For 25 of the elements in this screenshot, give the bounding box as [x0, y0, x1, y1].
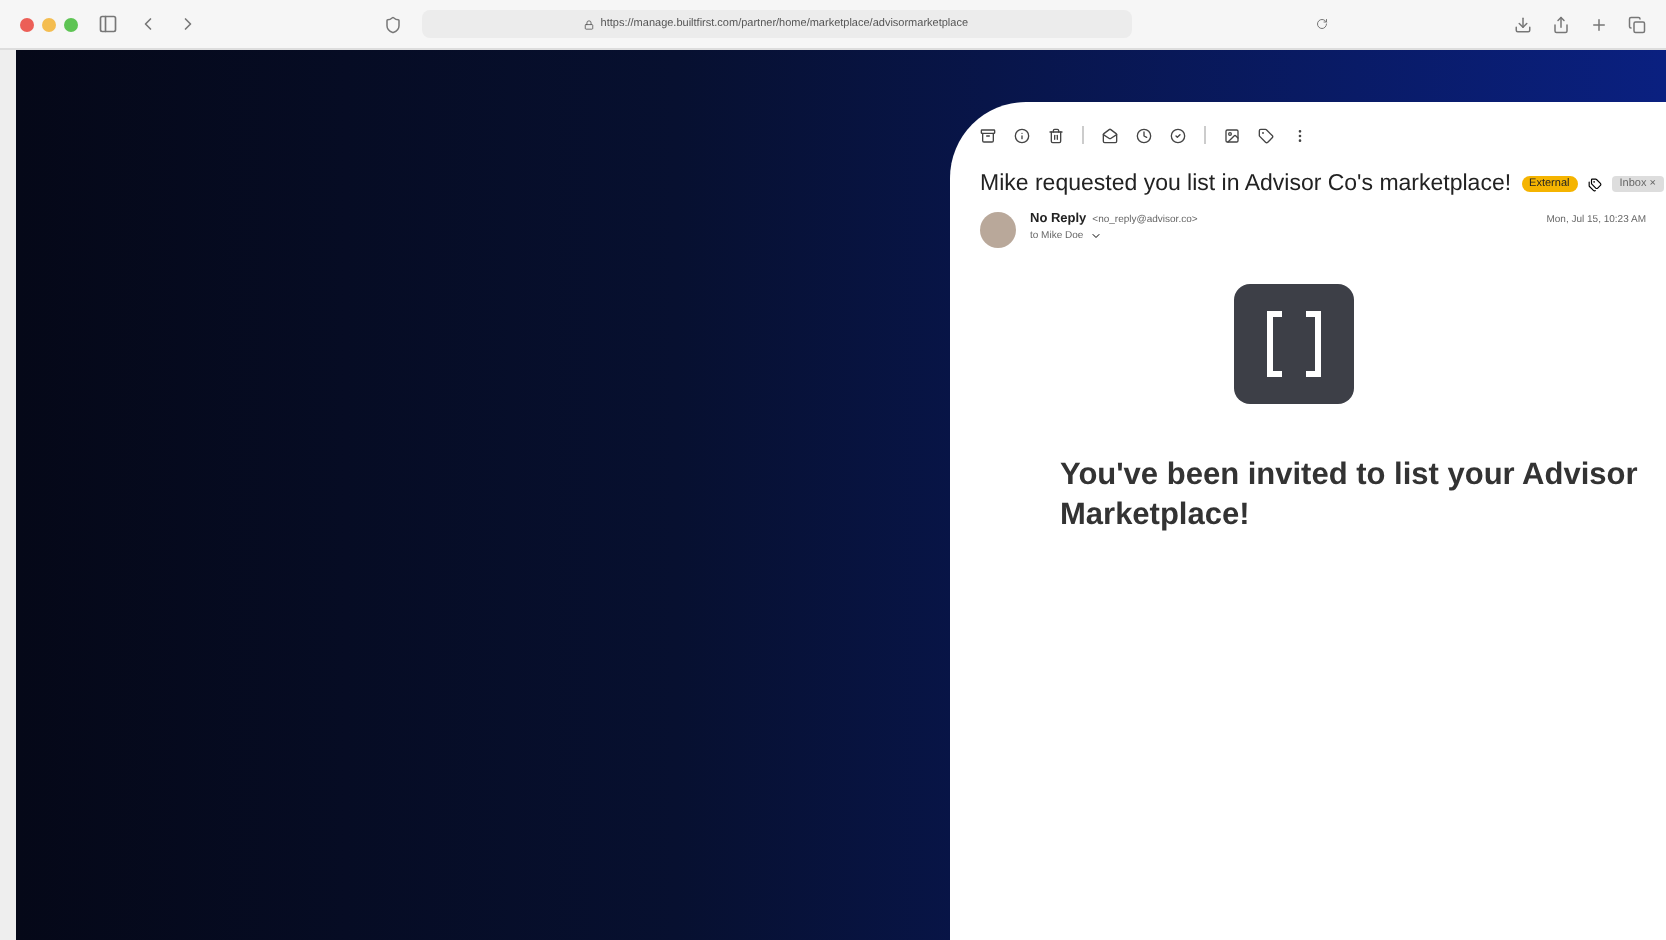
- mail-icon[interactable]: [1102, 127, 1118, 143]
- close-dot[interactable]: [20, 17, 34, 31]
- share-icon[interactable]: [1552, 15, 1571, 33]
- check-icon[interactable]: [1170, 127, 1186, 143]
- label-icon[interactable]: [1258, 127, 1274, 143]
- trash-icon[interactable]: [1048, 127, 1064, 143]
- archive-icon[interactable]: [980, 127, 996, 143]
- bracket-icon: [1263, 310, 1323, 378]
- tabs-icon[interactable]: [1628, 15, 1647, 33]
- avatar: [980, 212, 1016, 248]
- clock-icon[interactable]: [1136, 127, 1152, 143]
- lock-icon: [584, 19, 595, 29]
- caret-icon[interactable]: [1089, 230, 1102, 242]
- report-icon[interactable]: [1014, 127, 1030, 143]
- tag-icon: [1587, 177, 1602, 191]
- minimize-dot[interactable]: [42, 17, 56, 31]
- sidebar-icon[interactable]: [98, 14, 118, 34]
- body-heading: You've been invited to list your Advisor Marketplace!: [1060, 456, 1640, 537]
- shield-icon[interactable]: [383, 15, 402, 33]
- download-icon[interactable]: [1514, 15, 1533, 33]
- new-tab-icon[interactable]: [1590, 15, 1609, 33]
- zoom-dot[interactable]: [64, 17, 78, 31]
- email-subject: Mike requested you list in Advisor Co's marketplace!: [980, 172, 1512, 196]
- image-icon[interactable]: [1224, 127, 1240, 143]
- reload-icon[interactable]: [1316, 18, 1329, 30]
